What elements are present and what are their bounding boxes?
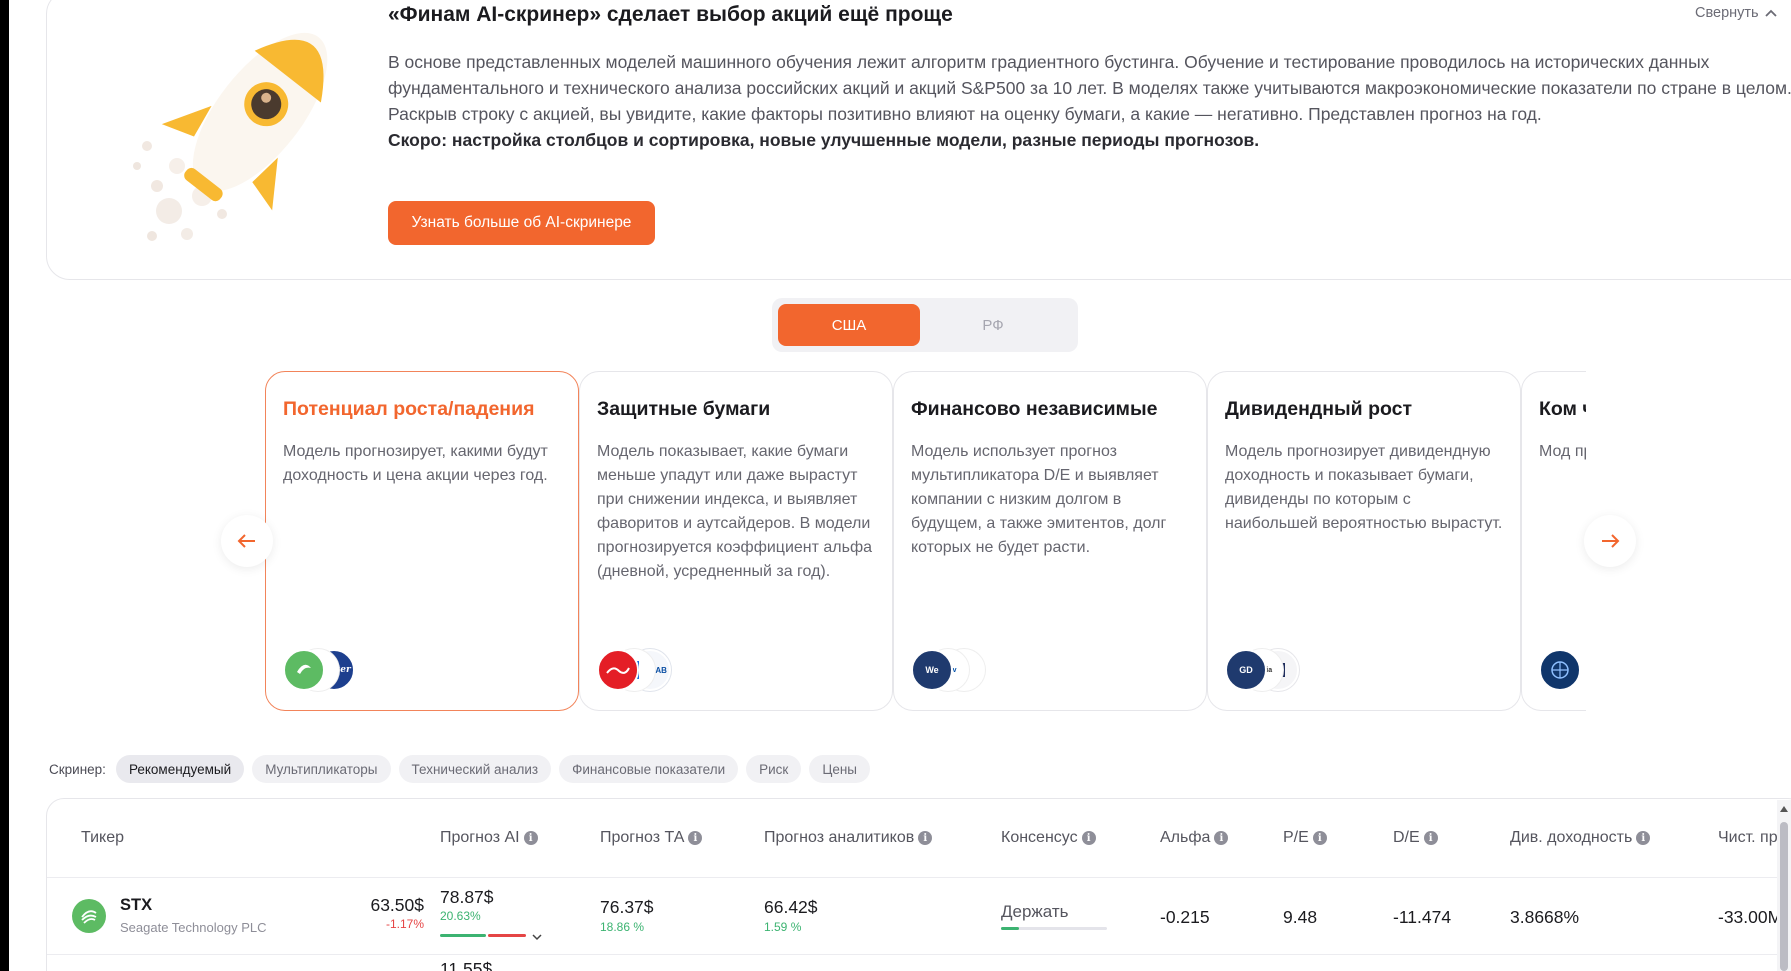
col-header-consensus[interactable]: Консенсус i [1001, 829, 1096, 847]
card-partial[interactable]: Ком чис Мод приб [1521, 371, 1586, 711]
card-description: Модель прогнозирует, какими будут доходн… [283, 443, 548, 484]
dividend-value: 3.8668% [1510, 907, 1580, 927]
collapse-button[interactable]: Свернуть [1695, 5, 1777, 21]
info-icon[interactable]: i [1636, 831, 1651, 845]
ticker-company-name: Seagate Technology PLC [120, 920, 267, 935]
collapse-label: Свернуть [1695, 5, 1759, 21]
card-title: Ком чис [1539, 398, 1586, 420]
ticker-price: 63.50$ [370, 895, 424, 915]
info-icon[interactable]: i [1312, 831, 1327, 845]
card-logos [1539, 649, 1586, 693]
de-value: -11.474 [1393, 907, 1452, 927]
alpha-value: -0.215 [1160, 907, 1210, 927]
analysts-forecast-pct: 1.59 % [764, 920, 802, 934]
banner-title: «Финам AI-скринер» сделает выбор акций е… [388, 3, 953, 26]
region-toggle: США РФ [772, 298, 1078, 352]
net-income-value: -33.00M [1718, 907, 1783, 927]
info-icon[interactable]: i [688, 831, 703, 845]
chevron-down-icon[interactable] [532, 934, 542, 941]
card-defensive[interactable]: Защитные бумаги Модель показывает, какие… [579, 371, 893, 711]
consensus-value: Держать [1001, 902, 1069, 921]
chip-technical[interactable]: Технический анализ [398, 755, 552, 783]
card-dividend-growth[interactable]: Дивидендный рост Модель прогнозирует див… [1207, 371, 1521, 711]
rocket-illustration [133, 32, 328, 241]
card-title: Финансово независимые [911, 398, 1158, 420]
ticker-change: -1.17% [385, 917, 424, 931]
screener-label: Скринер: [49, 761, 106, 777]
scrollbar-thumb[interactable] [1780, 822, 1788, 971]
col-header-ai[interactable]: Прогноз AI i [440, 829, 538, 847]
card-logos: Baxter [283, 649, 423, 693]
gd-logo-icon: GD [1225, 649, 1267, 691]
header-divider [47, 877, 1791, 878]
banner-description: В основе представленных моделей машинног… [388, 49, 1791, 153]
model-cards-carousel: Потенциал роста/падения Модель прогнозир… [265, 371, 1586, 711]
card-description: Мод приб [1539, 443, 1586, 460]
stocks-table: Тикер Прогноз AI i Прогноз ТА i Прогноз ан… [46, 798, 1791, 971]
ai-bar-positive [440, 934, 486, 937]
card-growth-potential[interactable]: Потенциал роста/падения Модель прогнозир… [265, 371, 579, 711]
banner-paragraph: В основе представленных моделей машинног… [388, 52, 1791, 124]
col-header-ticker[interactable]: Тикер [81, 829, 124, 847]
card-description: Модель показывает, какие бумаги меньше у… [597, 443, 873, 580]
green-swirl-logo-icon [283, 649, 325, 691]
col-header-dividend[interactable]: Див. доходность i [1510, 829, 1651, 847]
card-financially-independent[interactable]: Финансово независимые Модель использует … [893, 371, 1207, 711]
col-header-ta[interactable]: Прогноз ТА i [600, 829, 703, 847]
region-rf-tab[interactable]: РФ [922, 304, 1064, 346]
col-header-alpha[interactable]: Альфа i [1160, 829, 1229, 847]
chip-multiples[interactable]: Мультипликаторы [252, 755, 391, 783]
scroll-up-icon[interactable] [1780, 806, 1788, 812]
ta-forecast-price: 76.37$ [600, 897, 654, 917]
carousel-prev-button[interactable] [221, 515, 273, 567]
col-header-analysts[interactable]: Прогноз аналитиков i [764, 829, 933, 847]
card-logos: We Chev [911, 649, 1051, 693]
card-description: Модель прогнозирует дивидендную доходнос… [1225, 443, 1503, 532]
learn-more-button[interactable]: Узнать больше об AI-скринере [388, 201, 655, 245]
chip-prices[interactable]: Цены [809, 755, 870, 783]
carousel-next-button[interactable] [1584, 515, 1636, 567]
pe-value: 9.48 [1283, 907, 1318, 927]
row-divider [47, 954, 1791, 955]
globe-logo-icon [1539, 649, 1581, 691]
consensus-fill [1001, 927, 1019, 930]
chevron-up-icon [1764, 9, 1777, 17]
seagate-logo-icon [72, 899, 106, 933]
ai-bar-negative [488, 934, 526, 937]
coca-cola-logo-icon [597, 649, 639, 691]
arrow-right-icon [1602, 534, 1620, 548]
card-logos: GD nvidia [1225, 649, 1365, 693]
banner-coming-soon: Скоро: настройка столбцов и сортировка, … [388, 130, 1260, 150]
info-icon[interactable]: i [1423, 831, 1438, 845]
card-title: Дивидендный рост [1225, 398, 1413, 420]
info-icon[interactable]: i [1081, 831, 1096, 845]
screener-filter-bar: Скринер: Рекомендуемый Мультипликаторы Т… [49, 755, 870, 783]
we-logo-icon: We [911, 649, 953, 691]
ai-forecast-price: 11.55$ [440, 959, 493, 971]
col-header-pe[interactable]: P/E i [1283, 829, 1327, 847]
card-description: Модель использует прогноз мультипликатор… [911, 443, 1167, 556]
arrow-left-icon [237, 534, 255, 548]
table-scrollbar[interactable] [1777, 800, 1791, 971]
card-logos: ECOLAB [597, 649, 737, 693]
analysts-forecast-price: 66.42$ [764, 897, 818, 917]
browser-viewport: «Финам AI-скринер» сделает выбор акций е… [0, 0, 1791, 971]
info-icon[interactable]: i [523, 831, 538, 845]
ai-forecast-pct: 20.63% [440, 909, 481, 923]
info-icon[interactable]: i [1214, 831, 1229, 845]
info-icon[interactable]: i [918, 831, 933, 845]
col-header-net[interactable]: Чист. пр [1718, 829, 1778, 847]
page: «Финам AI-скринер» сделает выбор акций е… [9, 0, 1791, 971]
chip-risk[interactable]: Риск [746, 755, 802, 783]
ai-forecast-price: 78.87$ [440, 887, 494, 907]
col-header-de[interactable]: D/E i [1393, 829, 1438, 847]
ta-forecast-pct: 18.86 % [600, 920, 645, 934]
card-title: Потенциал роста/падения [283, 398, 535, 420]
chip-financials[interactable]: Финансовые показатели [559, 755, 739, 783]
region-usa-tab[interactable]: США [778, 304, 920, 346]
ticker-symbol: STX [120, 896, 153, 914]
chip-recommended[interactable]: Рекомендуемый [115, 755, 245, 783]
card-title: Защитные бумаги [597, 398, 771, 420]
ai-screener-banner: «Финам AI-скринер» сделает выбор акций е… [46, 0, 1791, 280]
